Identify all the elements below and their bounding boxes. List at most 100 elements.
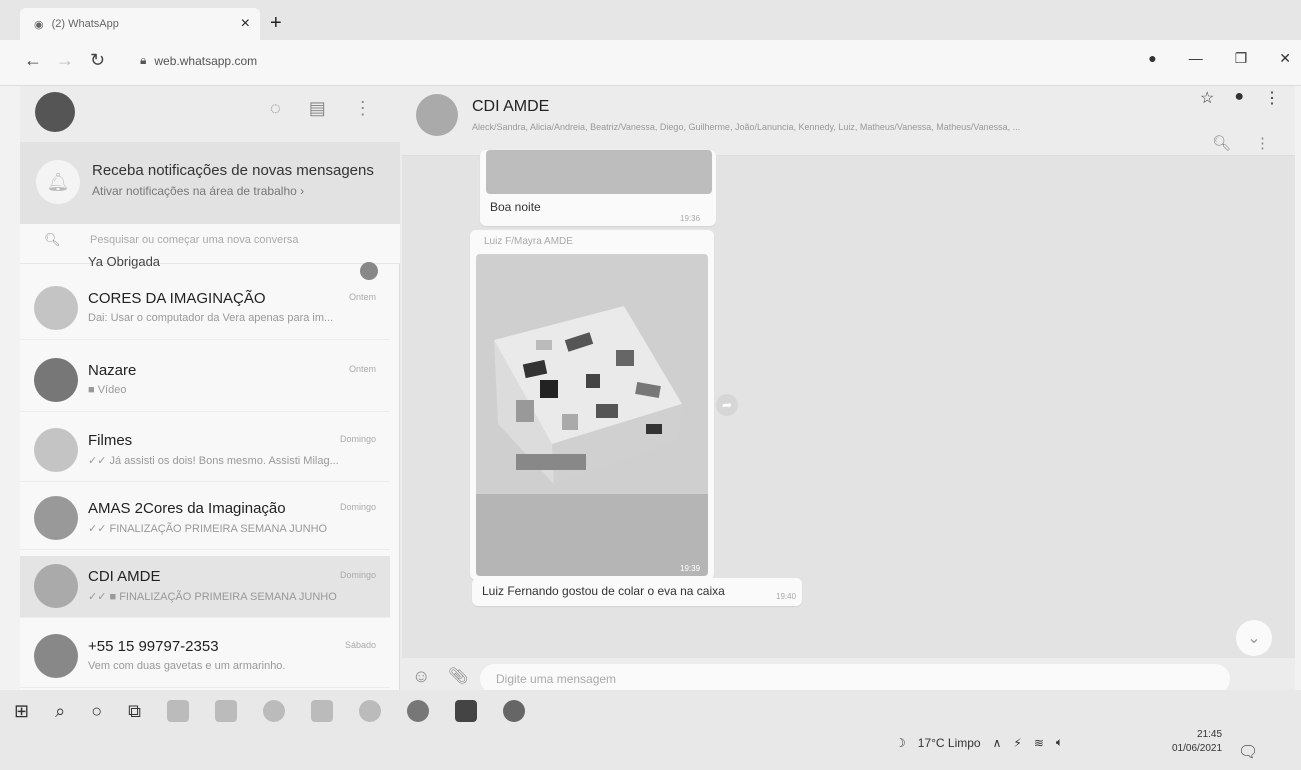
my-avatar[interactable] <box>35 92 75 132</box>
app-icon[interactable] <box>358 700 381 722</box>
emoji-icon[interactable]: ☺ <box>412 666 430 687</box>
forward-icon[interactable]: ➦ <box>716 394 738 416</box>
chat-time: Sábado <box>344 640 376 650</box>
chat-name: +55 15 99797-2353 <box>88 638 219 655</box>
chat-last-message: ✓✓ ■ FINALIZAÇÃO PRIMEIRA SEMANA JUNHO <box>88 591 337 603</box>
chat-name: CDI AMDE <box>88 568 161 585</box>
message-text: Luiz Fernando gostou de colar o eva na c… <box>482 584 725 598</box>
status-icon[interactable]: ◌ <box>270 98 281 119</box>
chat-name: CORES DA IMAGINAÇÃO <box>88 290 266 307</box>
group-avatar[interactable] <box>416 94 458 136</box>
chat-item-cdi-amde[interactable]: CDI AMDE ✓✓ ■ FINALIZAÇÃO PRIMEIRA SEMAN… <box>20 556 390 618</box>
notification-title: Receba notificações de novas mensagens <box>92 162 374 179</box>
clock-date: 01/06/2021 <box>1172 743 1223 754</box>
search-icon: 🔍︎ <box>44 232 61 247</box>
browser-tab[interactable]: ◉ (2) WhatsApp × <box>20 8 260 40</box>
forward-icon[interactable]: → <box>56 50 74 71</box>
chat-name: AMAS 2Cores da Imaginação <box>88 500 286 517</box>
search-icon[interactable]: ⌕ <box>55 701 65 722</box>
message-time: 19:40 <box>776 592 797 601</box>
conversation-header[interactable] <box>402 86 1295 156</box>
lock-icon: 🔒︎ <box>140 53 147 67</box>
bookmark-star-icon[interactable]: ☆ <box>1200 88 1214 108</box>
weather-icon: ☽ <box>895 735 906 750</box>
chrome-icon[interactable] <box>502 700 525 722</box>
chat-item-cores-da-imaginacao[interactable]: CORES DA IMAGINAÇÃO Dai: Usar o computad… <box>20 278 390 340</box>
new-chat-icon[interactable]: ▤ <box>309 98 326 119</box>
chat-time: Domingo <box>339 502 376 512</box>
browser-extensions: ☆ ● ⋮ <box>1200 88 1280 108</box>
scroll-down-button[interactable]: ⌄ <box>1236 620 1272 656</box>
chat-time: Domingo <box>339 434 376 444</box>
avatar <box>34 634 78 678</box>
chat-name: Nazare <box>88 362 137 379</box>
tab-close-icon[interactable]: × <box>241 15 250 33</box>
search-icon[interactable]: 🔍︎ <box>1212 134 1231 152</box>
chat-last-message: ■ Vídeo <box>88 384 127 396</box>
weather-text[interactable]: 17°C Limpo <box>918 736 981 750</box>
enable-notifications-link[interactable]: Ativar notificações na área de trabalho … <box>92 184 304 198</box>
avatar <box>34 358 78 402</box>
menu-icon[interactable]: ⋮ <box>1255 134 1270 152</box>
notification-center-icon[interactable]: 🗨︎ <box>1238 742 1258 762</box>
chevron-up-icon[interactable]: ∧ <box>993 736 1002 750</box>
tray-icon[interactable]: ⚡︎ <box>1013 736 1021 750</box>
group-avatar <box>34 286 78 330</box>
chat-last-message: Vem com duas gavetas e um armarinho. <box>88 660 286 672</box>
avatar <box>34 564 78 608</box>
file-explorer-icon[interactable] <box>166 700 189 722</box>
chat-item-partial[interactable] <box>20 248 390 278</box>
chat-last-message: ✓✓ Já assisti os dois! Bons mesmo. Assis… <box>88 455 339 467</box>
close-window-icon[interactable]: ✕ <box>1279 50 1291 67</box>
app-icon[interactable] <box>310 700 333 722</box>
profile-avatar-icon[interactable]: ● <box>1234 88 1244 108</box>
conversation-actions: 🔍︎ ⋮ <box>1212 134 1270 152</box>
message-image[interactable] <box>486 150 712 194</box>
attach-icon[interactable]: 📎︎ <box>448 666 468 686</box>
url-field[interactable]: 🔒︎ web.whatsapp.com <box>140 53 257 68</box>
task-view-icon[interactable]: ⧉ <box>128 701 141 722</box>
minimize-icon[interactable]: — <box>1189 50 1203 67</box>
whatsapp-favicon-icon: ◉ <box>34 18 44 31</box>
wifi-icon[interactable]: ≋ <box>1034 736 1044 750</box>
chat-last-message: ✓✓ FINALIZAÇÃO PRIMEIRA SEMANA JUNHO <box>88 523 328 535</box>
chat-item-amas[interactable]: AMAS 2Cores da Imaginação ✓✓ FINALIZAÇÃO… <box>20 488 390 550</box>
chat-item-phone[interactable]: +55 15 99797-2353 Vem com duas gavetas e… <box>20 626 390 688</box>
chat-item-filmes[interactable]: Filmes ✓✓ Já assisti os dois! Bons mesmo… <box>20 420 390 482</box>
bell-off-icon: 🔔︎ <box>36 160 80 204</box>
clock[interactable]: 21:45 01/06/2021 <box>1172 728 1222 756</box>
search-input[interactable] <box>90 234 370 246</box>
reload-icon[interactable]: ↻ <box>90 50 105 71</box>
profile-icon[interactable]: ● <box>1148 50 1156 67</box>
store-icon[interactable] <box>454 700 477 722</box>
new-tab-button[interactable]: + <box>270 12 282 35</box>
app-icon[interactable] <box>406 700 429 722</box>
restore-icon[interactable]: ❐ <box>1235 50 1248 67</box>
cortana-icon[interactable]: ○ <box>91 701 102 722</box>
sidebar-actions: ◌ ▤ ⋮ <box>270 98 372 119</box>
chat-time: Ontem <box>348 292 376 302</box>
menu-icon[interactable]: ⋮ <box>354 98 372 119</box>
chat-name: Ya Obrigada <box>88 254 161 269</box>
mail-icon[interactable] <box>214 700 237 722</box>
volume-icon[interactable]: 🔈︎ <box>1056 735 1063 750</box>
chat-name: Filmes <box>88 432 133 449</box>
clock-time: 21:45 <box>1197 729 1223 740</box>
edge-icon[interactable] <box>262 700 285 722</box>
browser-menu-icon[interactable]: ⋮ <box>1264 88 1280 108</box>
taskbar-icons: ⊞ ⌕ ○ ⧉ <box>14 700 525 722</box>
chat-last-message: Dai: Usar o computador da Vera apenas pa… <box>88 312 334 324</box>
chat-time: Ontem <box>348 364 376 374</box>
window-controls: ● — ❐ ✕ <box>1148 50 1291 67</box>
system-tray: ☽ 17°C Limpo ∧ ⚡︎ ≋ 🔈︎ <box>895 735 1063 750</box>
chat-time: Domingo <box>339 570 376 580</box>
windows-start-icon[interactable]: ⊞ <box>14 701 29 722</box>
message-image[interactable] <box>476 254 708 576</box>
message-sender: Luiz F/Mayra AMDE <box>484 236 573 247</box>
group-avatar <box>34 428 78 472</box>
chat-item-nazare[interactable]: Nazare ■ Vídeo Ontem <box>20 350 390 412</box>
avatar <box>34 496 78 540</box>
back-icon[interactable]: ← <box>24 50 42 71</box>
mosaic-box-photo <box>476 254 708 576</box>
conversation-title: CDI AMDE <box>472 98 550 115</box>
